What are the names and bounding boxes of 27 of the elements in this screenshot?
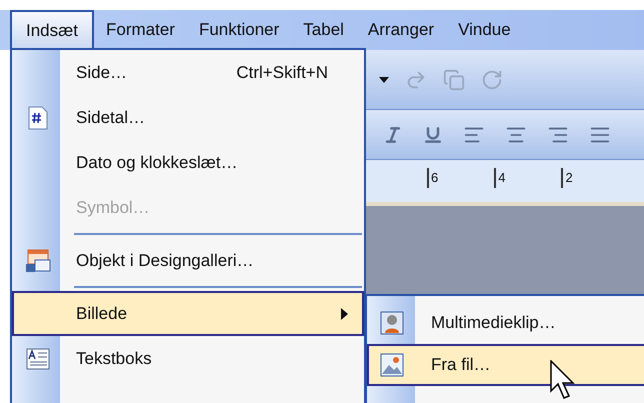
- page-number-icon: [28, 106, 48, 130]
- mouse-pointer-icon: [550, 360, 576, 400]
- menu-item[interactable]: Side… Ctrl+Skift+N: [12, 50, 364, 95]
- menu-bar-item[interactable]: Indsæt: [10, 10, 94, 50]
- design-gallery-icon: [25, 248, 51, 272]
- underline-icon[interactable]: [423, 124, 443, 144]
- menu-bar-item[interactable]: Tabel: [291, 10, 356, 50]
- menu-item[interactable]: Billede: [12, 291, 364, 336]
- menu-bar-item[interactable]: Formater: [94, 10, 187, 50]
- submenu-item[interactable]: Fra fil…: [367, 344, 644, 386]
- dropdown-arrow-icon[interactable]: [379, 76, 389, 82]
- picture-icon: [380, 353, 404, 377]
- ruler-label: 2: [561, 168, 573, 188]
- menu-item[interactable]: Tekstboks: [12, 336, 364, 381]
- submenu-item[interactable]: Multimedieklip…: [367, 302, 644, 344]
- ruler-label: 4: [494, 168, 506, 188]
- italic-icon[interactable]: [383, 124, 403, 144]
- text-box-icon: [26, 348, 50, 370]
- ruler-label: 6: [427, 168, 438, 188]
- menu-bar-item[interactable]: Arranger: [356, 10, 446, 50]
- menu-bar-item[interactable]: Vindue: [446, 10, 523, 50]
- menu-bar-item[interactable]: Funktioner: [186, 10, 292, 50]
- menu-item[interactable]: Dato og klokkeslæt…: [12, 140, 364, 185]
- menu-item[interactable]: Sidetal…: [12, 95, 364, 140]
- submenu-arrow-icon: [341, 308, 348, 320]
- media-clip-icon: [380, 311, 404, 335]
- menu-item[interactable]: Objekt i Designgalleri…: [12, 238, 364, 283]
